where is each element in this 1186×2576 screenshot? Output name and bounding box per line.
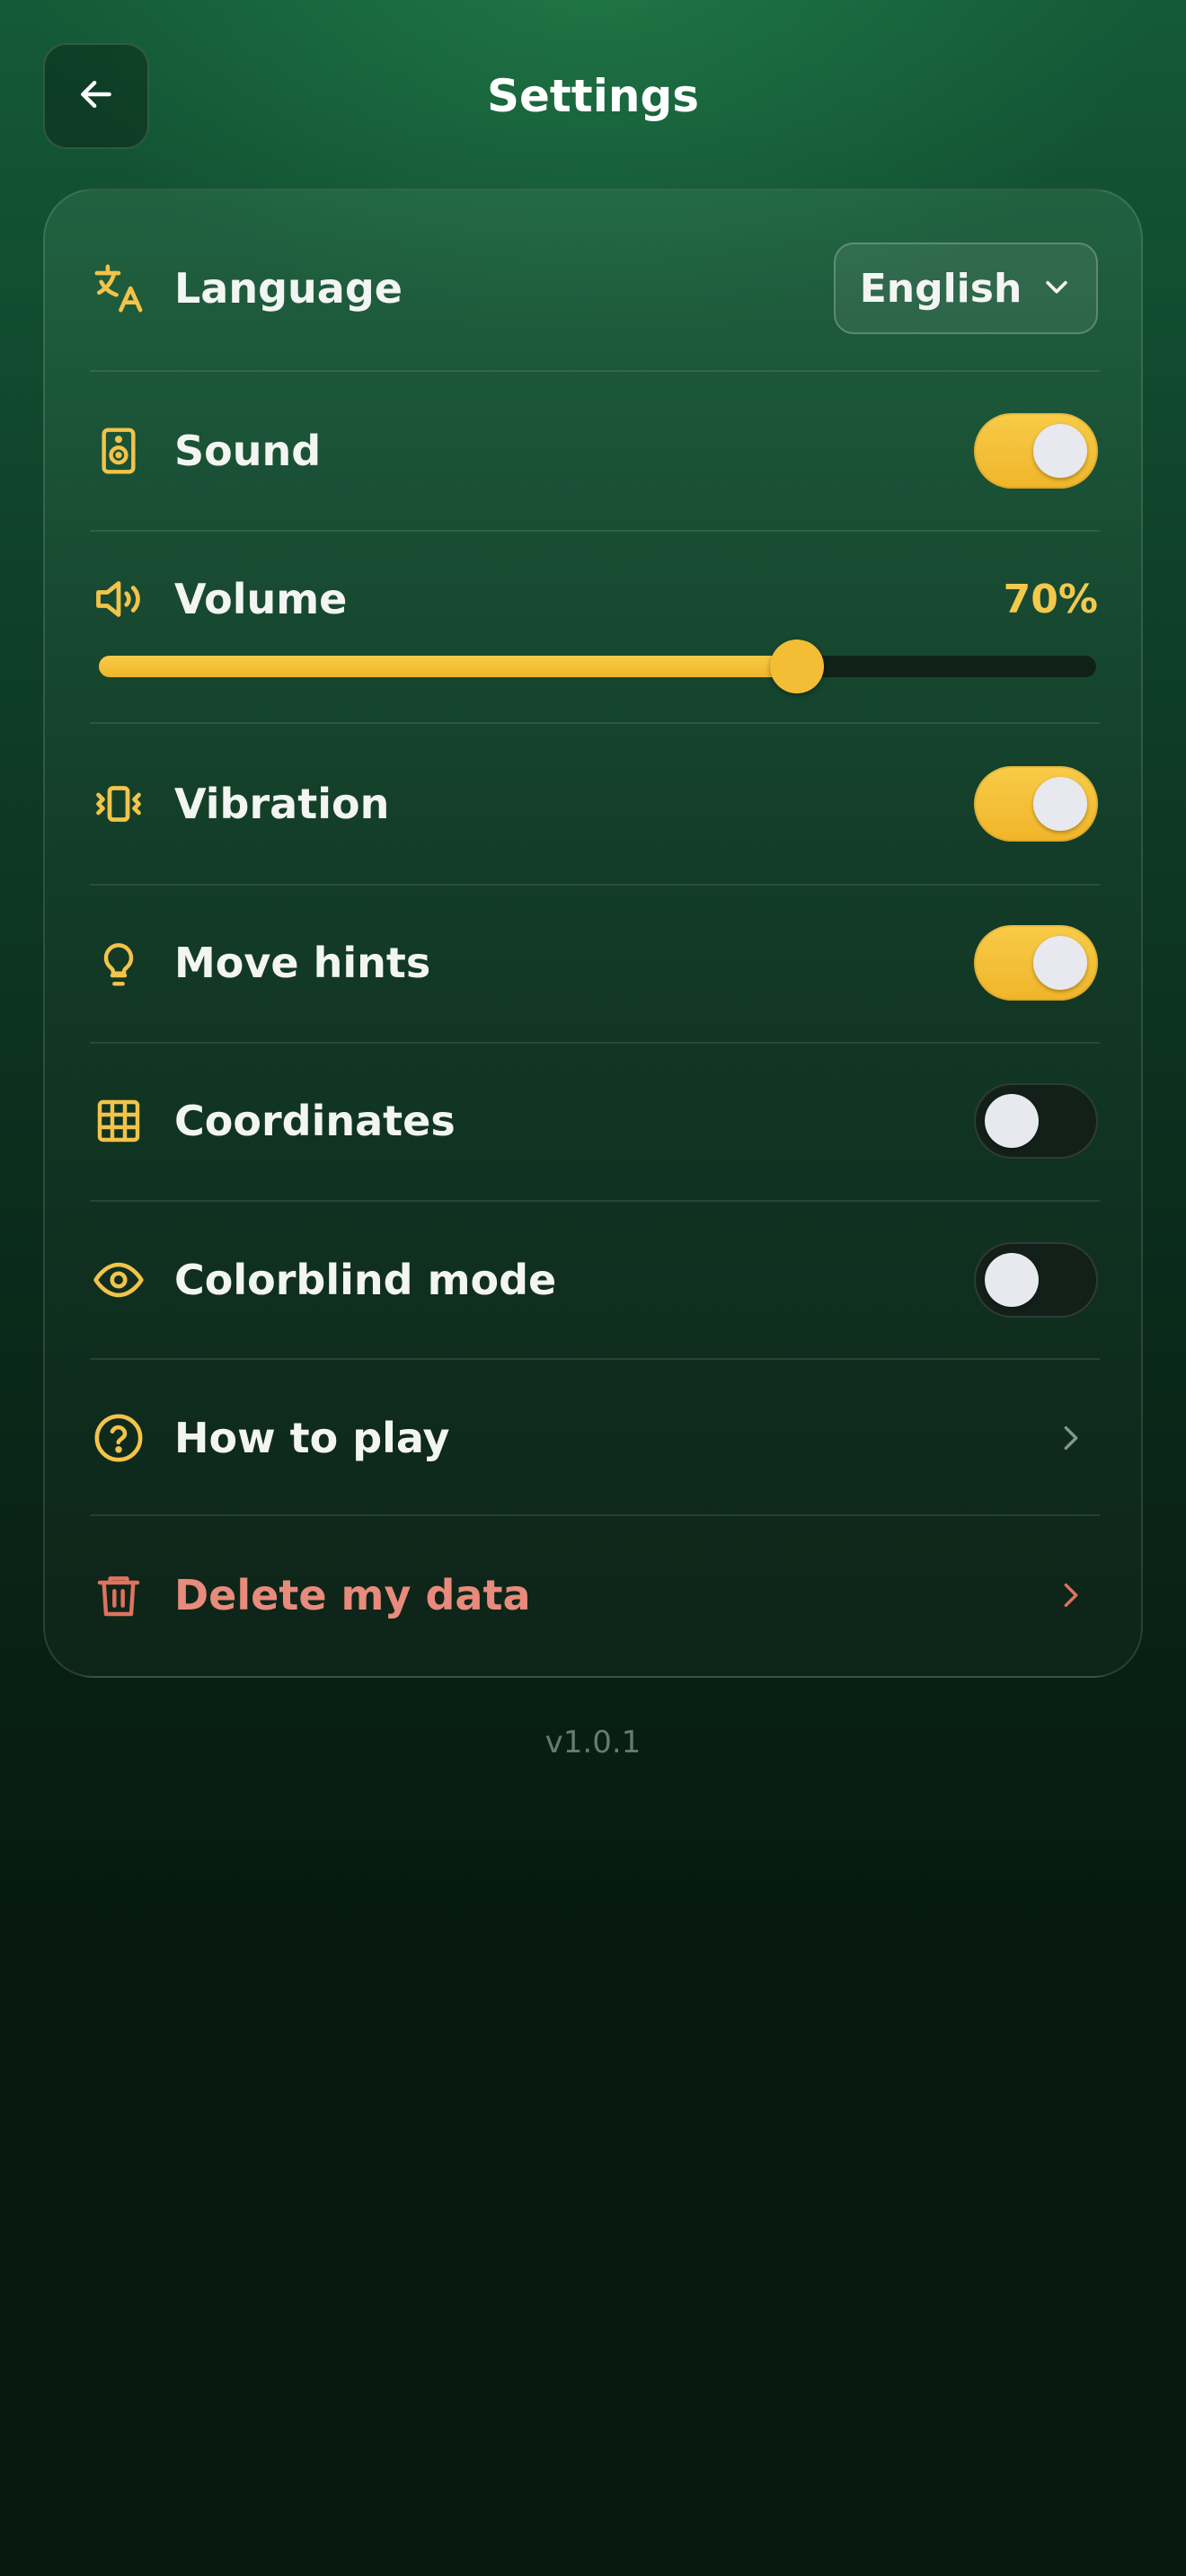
coordinates-row: Coordinates [90,1080,1098,1162]
language-select[interactable]: English [834,243,1098,334]
vibration-icon [90,775,147,833]
language-label: Language [174,264,403,313]
sound-row: Sound [90,410,1098,492]
trash-icon [90,1566,147,1624]
chevron-right-icon [1053,1420,1089,1456]
grid-icon [90,1092,147,1150]
how-to-play-row[interactable]: How to play [90,1398,1098,1478]
volume-row: Volume 70% [90,559,1098,640]
volume-label: Volume [174,575,348,623]
chevron-down-icon [1041,271,1072,305]
toggle-knob [985,1094,1039,1148]
volume-icon [90,570,147,628]
page-title: Settings [486,70,699,122]
language-row: Language English [90,239,1098,338]
divider [90,1042,1100,1044]
colorblind-row: Colorblind mode [90,1239,1098,1321]
divider [90,530,1100,532]
divider [90,884,1100,886]
coordinates-label: Coordinates [174,1097,456,1145]
move-hints-row: Move hints [90,922,1098,1004]
toggle-knob [1033,936,1087,990]
eye-icon [90,1251,147,1309]
vibration-label: Vibration [174,780,390,828]
how-to-play-label: How to play [174,1414,450,1462]
settings-card: Language English Sound Volume 70% Vibrat… [43,189,1143,1678]
divider [90,1200,1100,1202]
delete-data-label: Delete my data [174,1571,531,1619]
lightbulb-icon [90,934,147,992]
toggle-knob [985,1253,1039,1307]
vibration-row: Vibration [90,763,1098,845]
divider [90,1514,1100,1516]
translate-icon [90,260,147,317]
delete-data-row[interactable]: Delete my data [90,1555,1098,1636]
divider [90,1358,1100,1360]
volume-slider[interactable] [99,640,1096,693]
volume-value: 70% [1003,576,1098,622]
toggle-knob [1033,424,1087,478]
coordinates-toggle[interactable] [974,1083,1098,1159]
chevron-right-icon [1053,1577,1089,1613]
colorblind-label: Colorblind mode [174,1256,557,1304]
divider [90,722,1100,724]
toggle-knob [1033,777,1087,831]
sound-toggle[interactable] [974,413,1098,489]
divider [90,370,1100,372]
language-selected-value: English [859,265,1022,312]
version-label: v1.0.1 [544,1725,642,1760]
vibration-toggle[interactable] [974,766,1098,842]
volume-slider-thumb[interactable] [770,640,824,693]
colorblind-toggle[interactable] [974,1242,1098,1318]
move-hints-toggle[interactable] [974,925,1098,1001]
move-hints-label: Move hints [174,939,431,987]
volume-slider-fill [99,656,797,677]
sound-label: Sound [174,427,322,475]
help-circle-icon [90,1409,147,1467]
speaker-icon [90,422,147,480]
